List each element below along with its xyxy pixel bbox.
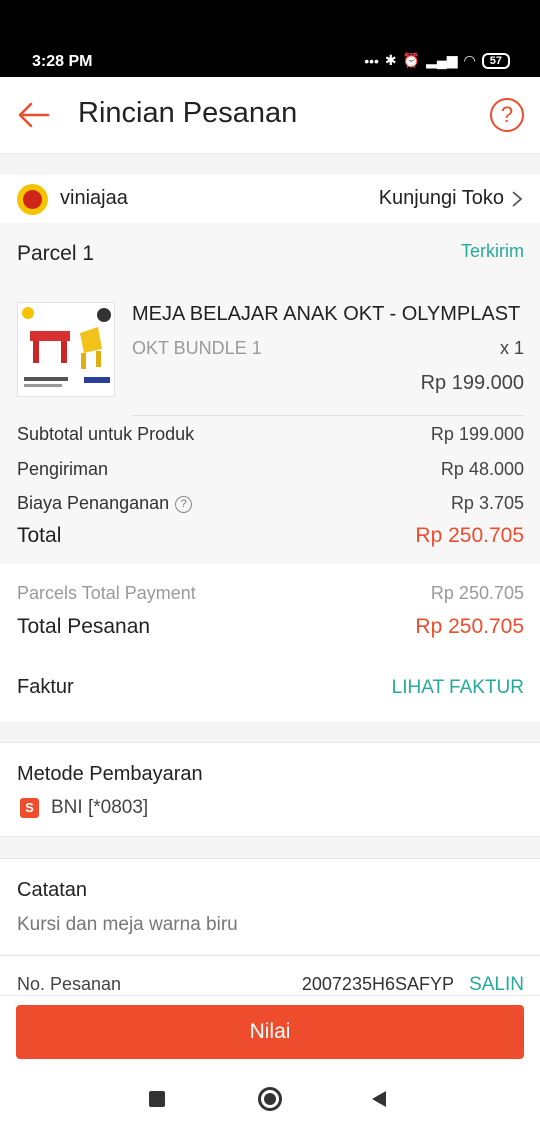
order-number-value: 2007235H6SAFYP xyxy=(301,974,454,994)
notes-text: Kursi dan meja warna biru xyxy=(17,914,238,935)
visit-shop-link[interactable]: Kunjungi Toko xyxy=(379,187,524,210)
order-total-value: Rp 250.705 xyxy=(415,615,524,638)
parcels-total-value: Rp 250.705 xyxy=(430,583,524,603)
wifi-icon: ◠ xyxy=(463,52,476,68)
shop-name: viniajaa xyxy=(60,187,128,209)
notes-section: Catatan Kursi dan meja warna biru xyxy=(0,858,540,954)
home-icon[interactable] xyxy=(258,1087,282,1111)
status-bar: 3:28 PM ••• ✱ ⏰ ▂▄▆ ◠ 57 xyxy=(0,0,540,77)
chevron-right-icon xyxy=(512,190,523,207)
shipping-label: Pengiriman xyxy=(17,459,109,479)
help-icon[interactable]: ? xyxy=(490,98,524,132)
order-total-row: Total Pesanan Rp 250.705 xyxy=(17,615,524,639)
product-thumbnail-icon xyxy=(18,303,114,396)
visit-shop-label: Kunjungi Toko xyxy=(378,187,504,209)
bottom-action-bar: Nilai xyxy=(0,995,540,1068)
order-number-label: No. Pesanan xyxy=(17,974,122,994)
payment-method-section: Metode Pembayaran S BNI [*0803] xyxy=(0,742,540,837)
subtotal-label: Subtotal untuk Produk xyxy=(17,424,195,444)
subtotal-value: Rp 199.000 xyxy=(430,424,524,444)
product-price: Rp 199.000 xyxy=(420,372,524,394)
recent-apps-icon[interactable] xyxy=(149,1091,165,1107)
signal-icon: ▂▄▆ xyxy=(426,52,458,68)
shipping-row: Pengiriman Rp 48.000 xyxy=(17,459,524,480)
status-time: 3:28 PM xyxy=(32,53,93,70)
parcel-title: Parcel 1 xyxy=(17,242,95,265)
alarm-icon: ⏰ xyxy=(402,52,421,68)
shop-logo xyxy=(17,184,48,215)
battery-icon: 57 xyxy=(481,52,510,69)
parcel-total-label: Total xyxy=(17,524,62,547)
view-invoice-link[interactable]: LIHAT FAKTUR xyxy=(392,677,524,699)
rate-button[interactable]: Nilai xyxy=(16,1005,524,1059)
notes-title: Catatan xyxy=(17,879,88,901)
handling-fee-label: Biaya Penanganan xyxy=(17,493,170,513)
subtotal-row: Subtotal untuk Produk Rp 199.000 xyxy=(17,424,524,445)
order-number-row: No. Pesanan 2007235H6SAFYP SALIN xyxy=(0,955,540,995)
product-quantity: x 1 xyxy=(499,338,524,358)
product-image[interactable] xyxy=(17,302,115,397)
parcel-total-value: Rp 250.705 xyxy=(415,524,524,547)
question-icon[interactable]: ? xyxy=(175,495,193,513)
order-total-label: Total Pesanan xyxy=(17,615,151,638)
back-nav-icon[interactable] xyxy=(372,1091,386,1107)
invoice-label: Faktur xyxy=(17,676,74,698)
parcel-section: Parcel 1 Terkirim MEJA BELAJAR ANAK OKT … xyxy=(0,224,540,564)
product-name[interactable]: MEJA BELAJAR ANAK OKT - OLYMPLAST xyxy=(132,303,524,326)
parcels-total-label: Parcels Total Payment xyxy=(17,583,196,603)
product-variant: OKT BUNDLE 1 xyxy=(132,338,262,358)
handling-fee-row: Biaya Penanganan? Rp 3.705 xyxy=(17,493,524,514)
handling-fee-value: Rp 3.705 xyxy=(450,493,524,513)
parcels-total-row: Parcels Total Payment Rp 250.705 xyxy=(17,583,524,604)
app-bar: Rincian Pesanan ? xyxy=(0,77,540,154)
payment-method-value: BNI [*0803] xyxy=(51,797,149,818)
invoice-row: Faktur LIHAT FAKTUR xyxy=(17,676,524,699)
shipping-value: Rp 48.000 xyxy=(440,459,524,479)
payment-method-title: Metode Pembayaran xyxy=(17,763,203,785)
order-summary: Parcels Total Payment Rp 250.705 Total P… xyxy=(0,564,540,721)
bluetooth-icon: ✱ xyxy=(384,52,397,68)
shop-row[interactable]: viniajaa Kunjungi Toko xyxy=(0,175,540,223)
payment-method: S BNI [*0803] xyxy=(20,797,148,819)
parcel-total-row: Total Rp 250.705 xyxy=(17,524,524,548)
status-icons: ••• ✱ ⏰ ▂▄▆ ◠ 57 xyxy=(364,52,510,69)
divider xyxy=(132,415,524,416)
system-nav-bar xyxy=(0,1068,540,1130)
back-arrow-icon[interactable] xyxy=(16,97,52,133)
copy-order-number-button[interactable]: SALIN xyxy=(469,974,524,996)
more-dots-icon: ••• xyxy=(364,52,379,69)
shopee-pay-icon: S xyxy=(20,798,39,818)
page-title: Rincian Pesanan xyxy=(78,97,298,129)
parcel-status: Terkirim xyxy=(461,241,524,261)
